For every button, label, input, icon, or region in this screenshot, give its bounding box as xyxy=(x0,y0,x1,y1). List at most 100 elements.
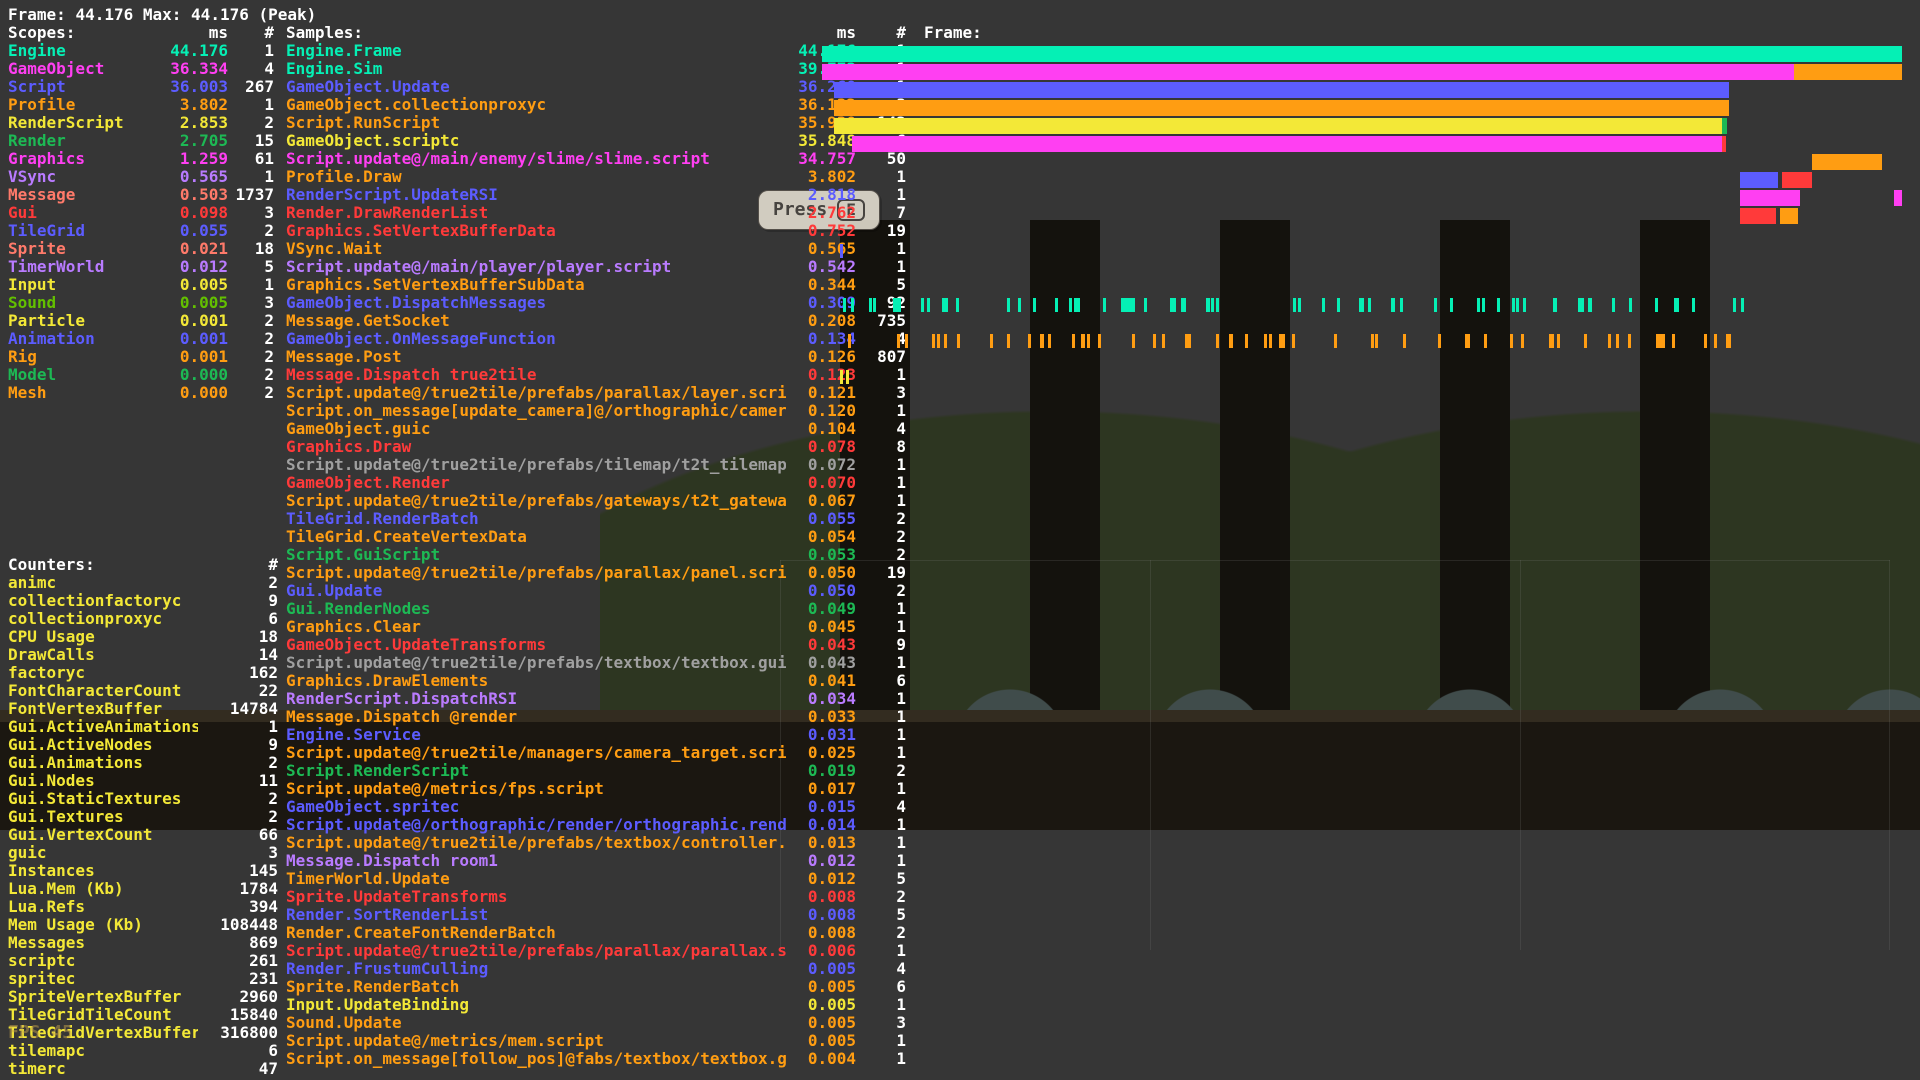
counter-row[interactable]: collectionfactoryc9 xyxy=(8,592,278,610)
profiler-row[interactable]: RenderScript.DispatchRSI0.0341 xyxy=(8,690,1912,708)
profiler-row[interactable]: Message.Dispatch room10.0121 xyxy=(8,852,1912,870)
profiler-row[interactable]: Sprite.RenderBatch0.0056 xyxy=(8,978,1912,996)
profiler-row[interactable]: Graphics.DrawElements0.0416 xyxy=(8,672,1912,690)
counter-row[interactable]: Gui.Animations2 xyxy=(8,754,278,772)
flame-tick[interactable] xyxy=(1322,298,1325,312)
profiler-row[interactable]: Script.update@/true2tile/prefabs/gateway… xyxy=(8,492,1912,510)
flame-tick[interactable] xyxy=(1072,334,1075,348)
flame-tick[interactable] xyxy=(1292,334,1295,348)
flame-tick[interactable] xyxy=(1584,334,1587,348)
flame-tick[interactable] xyxy=(1069,298,1072,312)
profiler-row[interactable]: Script.RenderScript0.0192 xyxy=(8,762,1912,780)
flame-tick[interactable] xyxy=(990,334,993,348)
flame-tick[interactable] xyxy=(1477,298,1480,312)
flame-tick[interactable] xyxy=(1672,334,1675,348)
counter-row[interactable]: Gui.StaticTextures2 xyxy=(8,790,278,808)
flame-tick[interactable] xyxy=(843,298,846,312)
flame-bar[interactable] xyxy=(1780,208,1798,224)
flame-tick[interactable] xyxy=(848,334,851,348)
flame-bar[interactable] xyxy=(1794,64,1902,80)
flame-tick[interactable] xyxy=(1282,334,1285,348)
profiler-row[interactable]: TimerWorld.Update0.0125 xyxy=(8,870,1912,888)
flame-tick[interactable] xyxy=(1293,298,1296,312)
profiler-row[interactable]: Graphics.Clear0.0451 xyxy=(8,618,1912,636)
flame-bar[interactable] xyxy=(1740,190,1800,206)
flame-tick[interactable] xyxy=(1298,298,1301,312)
flame-tick[interactable] xyxy=(1162,334,1165,348)
flame-bar[interactable] xyxy=(1570,136,1722,152)
counter-row[interactable]: Gui.Nodes11 xyxy=(8,772,278,790)
profiler-row[interactable]: GameObject.spritec0.0154 xyxy=(8,798,1912,816)
flame-tick[interactable] xyxy=(1726,334,1729,348)
flame-tick[interactable] xyxy=(1692,298,1695,312)
flame-tick[interactable] xyxy=(1467,334,1470,348)
flame-tick[interactable] xyxy=(1018,298,1021,312)
flame-bar[interactable] xyxy=(1740,172,1778,188)
flame-tick[interactable] xyxy=(840,244,843,258)
flame-tick[interactable] xyxy=(1554,298,1557,312)
flame-tick[interactable] xyxy=(1181,298,1184,312)
flame-tick[interactable] xyxy=(840,370,843,384)
profiler-row[interactable]: Script.update@/orthographic/render/ortho… xyxy=(8,816,1912,834)
flame-tick[interactable] xyxy=(1581,298,1584,312)
flame-tick[interactable] xyxy=(1153,334,1156,348)
profiler-row[interactable]: Script.update@/true2tile/prefabs/tilemap… xyxy=(8,456,1912,474)
flame-tick[interactable] xyxy=(1245,334,1248,348)
profiler-row[interactable]: GameObject.guic0.1044 xyxy=(8,420,1912,438)
flame-tick[interactable] xyxy=(1185,334,1188,348)
flame-tick[interactable] xyxy=(1230,334,1233,348)
flame-tick[interactable] xyxy=(1368,298,1371,312)
flame-bar[interactable] xyxy=(852,136,1570,152)
counter-row[interactable]: SpriteVertexBuffer2960 xyxy=(8,988,278,1006)
flame-bar[interactable] xyxy=(834,100,1729,116)
flame-bar[interactable] xyxy=(1782,172,1812,188)
flame-tick[interactable] xyxy=(1375,334,1378,348)
flame-tick[interactable] xyxy=(1132,334,1135,348)
counter-row[interactable]: animc2 xyxy=(8,574,278,592)
flame-tick[interactable] xyxy=(957,334,960,348)
profiler-row[interactable]: Message.Dispatch @render0.0331 xyxy=(8,708,1912,726)
profiler-row[interactable]: Gui0.0983Render.DrawRenderList2.7627 xyxy=(8,204,1912,222)
profiler-row[interactable]: TimerWorld0.0125Script.update@/main/play… xyxy=(8,258,1912,276)
flame-tick[interactable] xyxy=(897,334,900,348)
profiler-row[interactable]: Script.update@/true2tile/managers/camera… xyxy=(8,744,1912,762)
counter-row[interactable]: Lua.Refs394 xyxy=(8,898,278,916)
flame-tick[interactable] xyxy=(1733,298,1736,312)
flame-tick[interactable] xyxy=(873,298,876,312)
profiler-row[interactable]: TileGrid.CreateVertexData0.0542 xyxy=(8,528,1912,546)
profiler-row[interactable]: Render.CreateFontRenderBatch0.0082 xyxy=(8,924,1912,942)
flame-tick[interactable] xyxy=(1188,334,1191,348)
profiler-row[interactable]: Script.update@/true2tile/prefabs/textbox… xyxy=(8,834,1912,852)
flame-tick[interactable] xyxy=(1656,334,1659,348)
counter-row[interactable]: guic3 xyxy=(8,844,278,862)
profiler-row[interactable]: Render.SortRenderList0.0085 xyxy=(8,906,1912,924)
counter-row[interactable]: DrawCalls14 xyxy=(8,646,278,664)
profiler-row[interactable]: Gui.RenderNodes0.0491 xyxy=(8,600,1912,618)
flame-tick[interactable] xyxy=(1098,334,1101,348)
flame-tick[interactable] xyxy=(1714,334,1717,348)
flame-bar[interactable] xyxy=(1722,136,1726,152)
flame-tick[interactable] xyxy=(937,334,940,348)
flame-tick[interactable] xyxy=(1144,298,1147,312)
flame-tick[interactable] xyxy=(1400,298,1403,312)
flame-tick[interactable] xyxy=(1438,334,1441,348)
flame-tick[interactable] xyxy=(1578,298,1581,312)
flame-tick[interactable] xyxy=(956,298,959,312)
flame-tick[interactable] xyxy=(1612,298,1615,312)
flame-tick[interactable] xyxy=(893,298,896,312)
flame-tick[interactable] xyxy=(1628,334,1631,348)
counter-row[interactable]: Messages869 xyxy=(8,934,278,952)
profiler-row[interactable]: Input.UpdateBinding0.0051 xyxy=(8,996,1912,1014)
flame-tick[interactable] xyxy=(1033,298,1036,312)
counter-row[interactable]: FontCharacterCount22 xyxy=(8,682,278,700)
flame-tick[interactable] xyxy=(1557,334,1560,348)
profiler-row[interactable]: Script.on_message[follow_pos]@fabs/textb… xyxy=(8,1050,1912,1068)
flame-tick[interactable] xyxy=(1550,334,1553,348)
counter-row[interactable]: CPU Usage18 xyxy=(8,628,278,646)
profiler-row[interactable]: Particle0.0012Message.GetSocket0.208735 xyxy=(8,312,1912,330)
counter-row[interactable]: Gui.Textures2 xyxy=(8,808,278,826)
profiler-row[interactable]: Sound0.0053GameObject.DispatchMessages0.… xyxy=(8,294,1912,312)
flame-tick[interactable] xyxy=(1206,298,1209,312)
flame-bar[interactable] xyxy=(834,82,1729,98)
flame-tick[interactable] xyxy=(1337,298,1340,312)
